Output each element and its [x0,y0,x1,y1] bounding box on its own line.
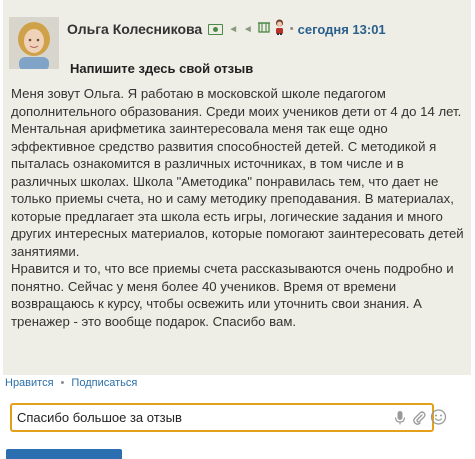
review-time[interactable]: сегодня 13:01 [298,22,386,37]
comment-box [10,403,447,432]
smiley-icon[interactable] [430,408,447,425]
submit-button[interactable] [6,449,122,459]
review-header: Ольга Колесникова ◄ ◄ • сегодня 13:01 [67,19,386,40]
banknote-icon [208,23,224,35]
author-name[interactable]: Ольга Колесникова [67,21,202,37]
paperclip-icon[interactable] [411,409,427,426]
review-body: Меня зовут Ольга. Я работаю в московской… [11,85,467,330]
comment-input[interactable] [17,405,347,430]
review-card: Ольга Колесникова ◄ ◄ • сегодня 13:01 На… [3,0,471,375]
review-title: Напишите здесь свой отзыв [70,61,254,76]
author-avatar[interactable] [9,17,59,69]
avatar-badge-icon [274,19,285,40]
review-actions: Нравится • Подписаться [5,377,137,389]
avatar-photo [9,17,59,69]
microphone-icon[interactable] [392,409,408,426]
subscribe-link[interactable]: Подписаться [71,377,137,389]
header-separator: • [289,23,294,35]
actions-separator: • [60,377,65,389]
typing-dots-icon: ◄ ◄ [228,23,254,35]
like-link[interactable]: Нравится [5,377,54,389]
building-icon [257,20,270,38]
review-paragraph: Нравится и то, что все приемы счета расс… [11,261,454,329]
review-paragraph: Меня зовут Ольга. Я работаю в московской… [11,86,464,259]
